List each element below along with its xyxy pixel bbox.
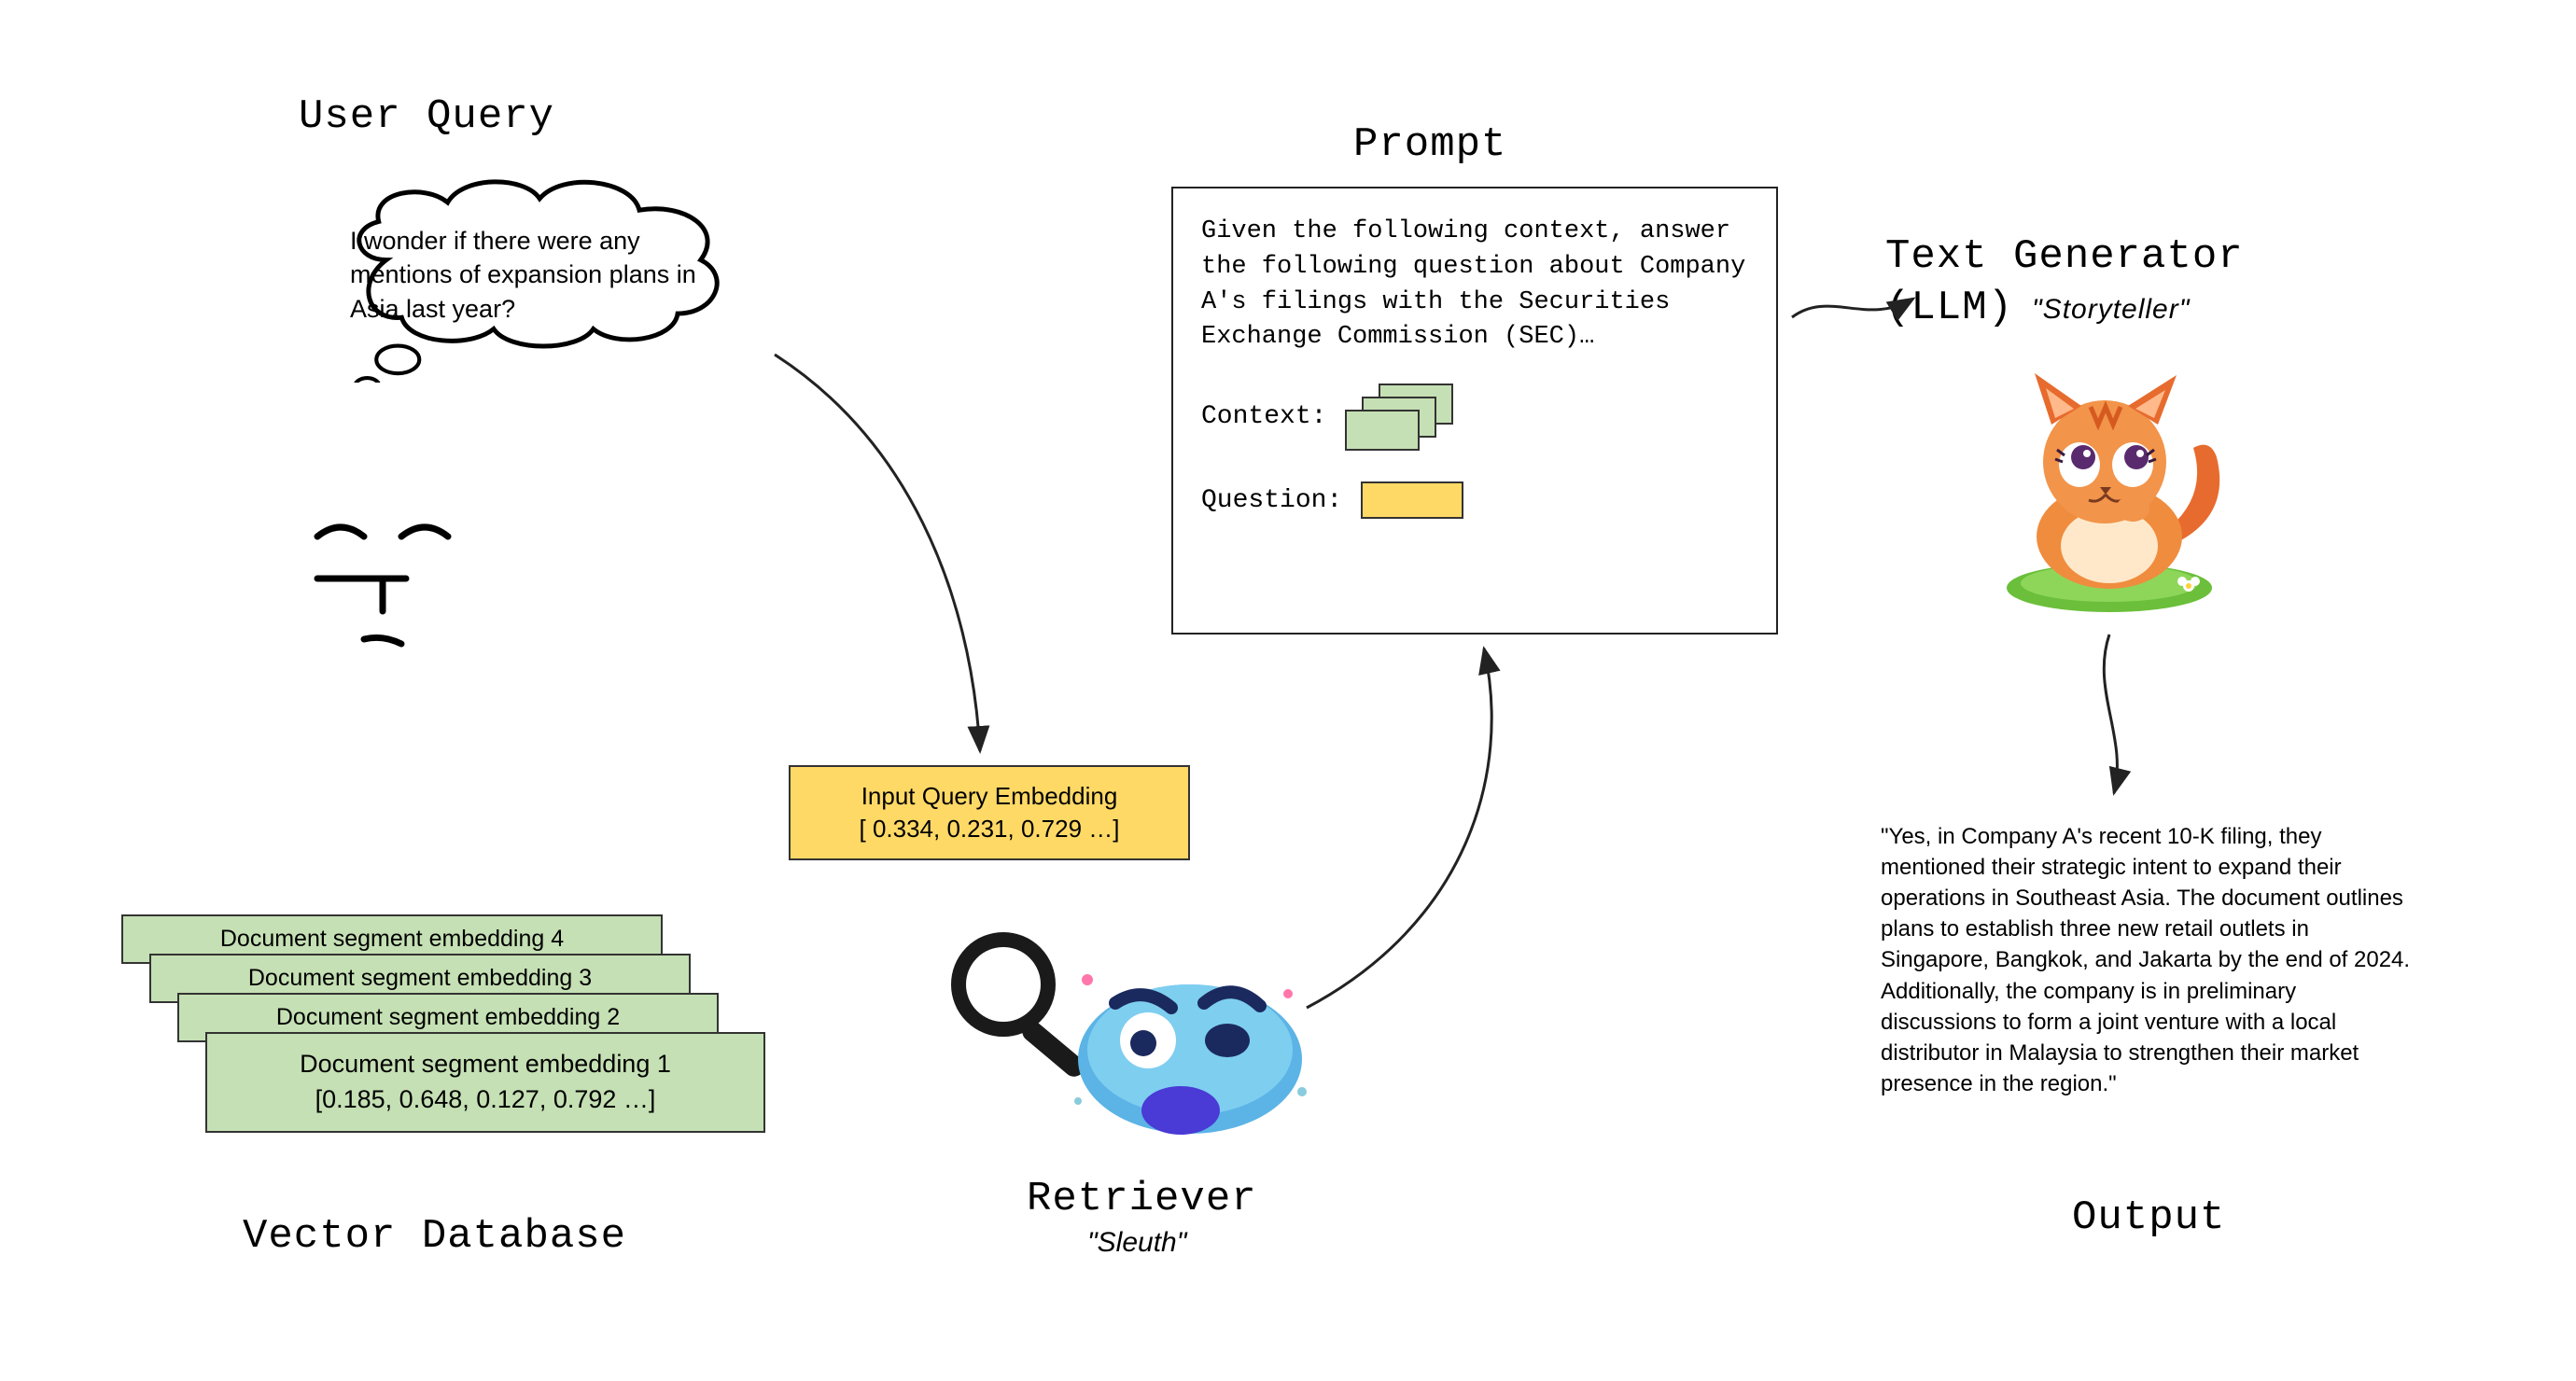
heading-retriever: Retriever (1027, 1176, 1257, 1222)
heading-llm-subtitle: "Storyteller" (2032, 294, 2190, 326)
document-stack: Document segment embedding 4 Document se… (121, 914, 775, 1157)
doc-card-1: Document segment embedding 1 [0.185, 0.6… (205, 1032, 765, 1133)
llm-cat-icon (1979, 355, 2240, 616)
query-embedding-label: Input Query Embedding (807, 780, 1171, 813)
heading-llm-line2: (LLM) (1885, 285, 2013, 331)
heading-prompt: Prompt (1353, 121, 1506, 168)
heading-llm-line1: Text Generator (1885, 233, 2244, 280)
thought-text: I wonder if there were any mentions of e… (350, 224, 723, 326)
output-text: "Yes, in Company A's recent 10-K filing,… (1881, 821, 2413, 1099)
prompt-box: Given the following context, answer the … (1171, 187, 1778, 635)
user-face-icon (299, 495, 467, 663)
doc-card-1-vector: [0.185, 0.648, 0.127, 0.792 …] (224, 1082, 747, 1118)
heading-vector-db: Vector Database (243, 1213, 626, 1260)
prompt-question-box-icon (1361, 481, 1463, 519)
prompt-body: Given the following context, answer the … (1201, 215, 1748, 356)
heading-retriever-subtitle: "Sleuth" (1087, 1227, 1186, 1259)
doc-card-1-label: Document segment embedding 1 (224, 1047, 747, 1082)
heading-output: Output (2072, 1194, 2225, 1241)
prompt-context-label: Context: (1201, 398, 1326, 435)
heading-user-query: User Query (299, 93, 554, 140)
retriever-character-icon (933, 914, 1325, 1157)
query-embedding-box: Input Query Embedding [ 0.334, 0.231, 0.… (789, 765, 1190, 860)
heading-llm-line2-row: (LLM) "Storyteller" (1885, 285, 2190, 331)
prompt-context-stack-icon (1345, 384, 1457, 449)
thought-bubble: I wonder if there were any mentions of e… (280, 168, 784, 429)
prompt-question-label: Question: (1201, 482, 1342, 519)
query-embedding-vector: [ 0.334, 0.231, 0.729 …] (807, 813, 1171, 845)
